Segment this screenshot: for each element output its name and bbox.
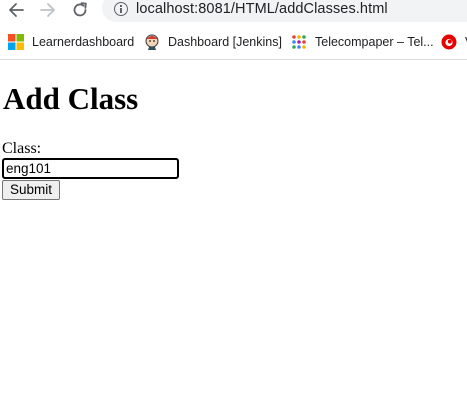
back-arrow-icon (8, 2, 24, 18)
site-info-icon[interactable] (114, 2, 128, 16)
bookmark-jenkins[interactable]: Dashboard [Jenkins] (144, 33, 282, 51)
bookmark-learnerdashboard[interactable]: Learnerdashboard (8, 33, 134, 51)
bookmark-label: Telecompaper – Tel... (315, 35, 434, 49)
class-input[interactable] (2, 158, 179, 179)
bookmark-label: Learnerdashboard (32, 35, 135, 49)
jenkins-logo-icon (144, 34, 160, 50)
page-title: Add Class (3, 81, 139, 116)
url-text[interactable]: localhost:8081/HTML/addClasses.html (136, 1, 388, 17)
browser-toolbar: localhost:8081/HTML/addClasses.html (0, 0, 467, 25)
reload-icon (72, 2, 88, 18)
reload-button[interactable] (70, 0, 90, 20)
bookmark-vodafone[interactable]: V (441, 33, 467, 51)
class-label: Class: (2, 140, 42, 157)
bookmarks-bar: Learnerdashboard Dashboard [Jenkins] Tel… (0, 28, 467, 56)
vodafone-logo-icon (441, 34, 457, 50)
bookmark-telecompaper[interactable]: Telecompaper – Tel... (291, 33, 434, 51)
forward-arrow-icon (40, 2, 56, 18)
forward-button[interactable] (38, 0, 58, 20)
microsoft-logo-icon (8, 34, 24, 50)
telecompaper-logo-icon (291, 34, 307, 50)
back-button[interactable] (6, 0, 26, 20)
page-content: Add Class Class: Submit (0, 60, 467, 413)
bookmark-label: Dashboard [Jenkins] (168, 35, 282, 49)
submit-button[interactable]: Submit (2, 180, 60, 200)
